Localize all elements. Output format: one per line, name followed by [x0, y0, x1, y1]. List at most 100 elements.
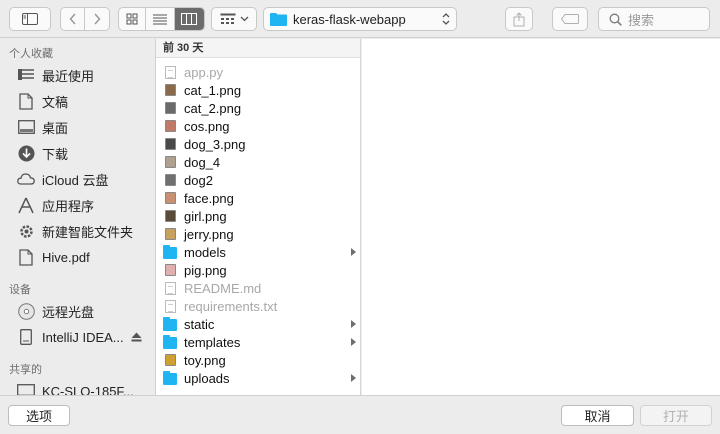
file-name: cos.png — [184, 118, 230, 134]
sidebar: 个人收藏 最近使用 文稿 桌面 下载 iCloud 云盘 应用程序 新建智能文件… — [0, 39, 156, 395]
sidebar-item-smart-folder[interactable]: 新建智能文件夹 — [0, 218, 155, 244]
sidebar-toggle-button[interactable] — [9, 7, 51, 31]
file-name: jerry.png — [184, 226, 234, 242]
location-popup[interactable]: keras-flask-webapp — [263, 7, 457, 31]
pdf-file-icon — [17, 248, 35, 266]
toolbar: keras-flask-webapp 搜索 — [0, 0, 720, 38]
folder-icon — [163, 316, 177, 331]
tag-icon — [561, 14, 579, 24]
share-icon — [513, 11, 525, 26]
folder-icon — [270, 13, 287, 26]
file-name: templates — [184, 334, 241, 350]
file-row[interactable]: cos.png — [156, 117, 360, 135]
sidebar-item-icloud[interactable]: iCloud 云盘 — [0, 166, 155, 192]
image-file-icon — [163, 173, 177, 187]
file-name: dog_4 — [184, 154, 221, 170]
sidebar-item-downloads[interactable]: 下载 — [0, 140, 155, 166]
sidebar-item-label: 远程光盘 — [42, 304, 95, 320]
file-row[interactable]: app.py — [156, 63, 360, 81]
disclosure-arrow-icon — [351, 248, 356, 256]
file-name: pig.png — [184, 262, 227, 278]
open-button[interactable]: 打开 — [640, 405, 712, 426]
file-row[interactable]: cat_2.png — [156, 99, 360, 117]
disclosure-arrow-icon — [351, 374, 356, 382]
file-row[interactable]: dog_3.png — [156, 135, 360, 153]
text-file-icon — [163, 299, 177, 313]
image-file-icon — [163, 137, 177, 151]
sidebar-item-label: 文稿 — [42, 94, 69, 110]
file-name: face.png — [184, 190, 234, 206]
image-file-icon — [163, 227, 177, 241]
file-row[interactable]: cat_1.png — [156, 81, 360, 99]
file-column: 前 30 天 app.py cat_1.png cat_2.png cos.png do… — [156, 39, 361, 395]
file-name: toy.png — [184, 352, 226, 368]
folder-row[interactable]: static — [156, 315, 360, 333]
computer-icon — [17, 382, 35, 395]
file-row[interactable]: girl.png — [156, 207, 360, 225]
sidebar-item-label: KC-SLO-185F... — [42, 383, 134, 396]
sidebar-item-shared-computer[interactable]: KC-SLO-185F... — [0, 378, 155, 395]
list-view-button[interactable] — [146, 8, 175, 30]
file-name: girl.png — [184, 208, 227, 224]
recents-icon — [17, 66, 35, 84]
sidebar-item-intellij[interactable]: IntelliJ IDEA... — [0, 324, 155, 350]
file-row[interactable]: pig.png — [156, 261, 360, 279]
sidebar-item-label: iCloud 云盘 — [42, 172, 109, 188]
updown-chevron-icon — [442, 13, 450, 25]
column-view-button[interactable] — [174, 8, 204, 30]
chevron-right-icon — [94, 13, 101, 25]
folder-icon — [163, 334, 177, 349]
sidebar-item-label: IntelliJ IDEA... — [42, 329, 124, 345]
download-icon — [17, 144, 35, 162]
sidebar-item-label: 新建智能文件夹 — [42, 224, 134, 240]
group-by-button[interactable] — [211, 7, 257, 31]
file-row[interactable]: dog2 — [156, 171, 360, 189]
sidebar-item-label: 最近使用 — [42, 68, 95, 84]
file-name: dog_3.png — [184, 136, 246, 152]
file-row[interactable]: jerry.png — [156, 225, 360, 243]
sidebar-item-applications[interactable]: 应用程序 — [0, 192, 155, 218]
view-mode-control — [118, 7, 205, 31]
file-row[interactable]: toy.png — [156, 351, 360, 369]
eject-icon[interactable] — [131, 332, 142, 342]
document-icon — [17, 92, 35, 110]
file-name: README.md — [184, 280, 262, 296]
shared-section-title: 共享的 — [9, 364, 42, 376]
file-row[interactable]: face.png — [156, 189, 360, 207]
sidebar-item-documents[interactable]: 文稿 — [0, 88, 155, 114]
preview-pane — [362, 39, 720, 395]
favorites-section-title: 个人收藏 — [9, 48, 53, 60]
tag-button[interactable] — [552, 7, 588, 31]
folder-row[interactable]: uploads — [156, 369, 360, 387]
options-button[interactable]: 选项 — [8, 405, 70, 426]
back-button[interactable] — [61, 8, 85, 30]
sidebar-item-hive-pdf[interactable]: Hive.pdf — [0, 244, 155, 270]
folder-row[interactable]: templates — [156, 333, 360, 351]
sidebar-item-remote-disc[interactable]: 远程光盘 — [0, 298, 155, 324]
image-file-icon — [163, 119, 177, 133]
file-row[interactable]: README.md — [156, 279, 360, 297]
location-label: keras-flask-webapp — [293, 11, 406, 27]
search-icon — [609, 13, 622, 26]
share-button[interactable] — [505, 7, 533, 31]
bottom-bar: 选项 取消 打开 — [0, 395, 720, 434]
file-row[interactable]: requirements.txt — [156, 297, 360, 315]
text-file-icon — [163, 65, 177, 79]
search-field[interactable]: 搜索 — [598, 7, 710, 31]
sidebar-item-recents[interactable]: 最近使用 — [0, 62, 155, 88]
forward-button[interactable] — [85, 8, 109, 30]
icon-view-button[interactable] — [119, 8, 147, 30]
sidebar-item-desktop[interactable]: 桌面 — [0, 114, 155, 140]
cancel-button[interactable]: 取消 — [561, 405, 634, 426]
disclosure-arrow-icon — [351, 338, 356, 346]
file-row[interactable]: dog_4 — [156, 153, 360, 171]
optical-disc-icon — [17, 302, 35, 320]
sidebar-icon — [22, 13, 38, 25]
folder-row[interactable]: models — [156, 243, 360, 261]
file-name: uploads — [184, 370, 230, 386]
file-name: cat_2.png — [184, 100, 242, 116]
image-file-icon — [163, 155, 177, 169]
file-name: requirements.txt — [184, 298, 278, 314]
file-name: static — [184, 316, 215, 332]
image-file-icon — [163, 209, 177, 223]
